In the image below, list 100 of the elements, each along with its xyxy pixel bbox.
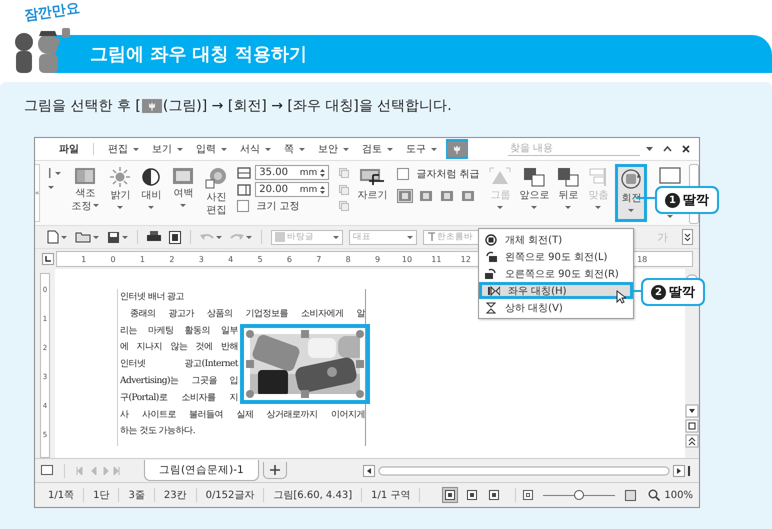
wrap-icon [441,191,454,201]
ribbon-button[interactable]: 사진 편집 [203,164,230,222]
dropdown-icon[interactable] [646,147,653,151]
flip-icon [485,302,497,314]
ribbon-button[interactable]: 여백 [170,164,196,222]
view-button[interactable] [442,487,458,503]
menu-item[interactable]: 편집 [108,142,139,156]
crop-icon [359,167,386,187]
document-text: 하는 것도 가능하다. [120,425,196,438]
caret-icon [299,148,305,150]
zoom-in-icon[interactable] [625,490,636,500]
rotate-left-icon [485,250,497,262]
ribbon-button[interactable]: 대비 [139,164,164,222]
page-view-icon [445,490,456,500]
document-text: 종래의 광고가 상품의 기업정보를 소비자에게 알 [129,308,365,321]
instruction-text: 그림을 선택한 후 [ [24,97,141,115]
page-view-icon [489,490,500,500]
wrap-mode-button[interactable] [418,189,434,203]
add-tab-button[interactable] [262,462,287,479]
caret-icon [333,236,339,238]
wrap-mode-button[interactable] [460,189,476,203]
new-document-icon[interactable] [47,230,59,244]
caret-icon [93,204,100,207]
status-text: 1단 [84,488,120,502]
menu-item[interactable]: 파일 [59,142,79,156]
size-option-icon [339,184,350,194]
window-icon[interactable] [659,167,682,185]
sun-icon [110,167,130,187]
font-icon [427,232,435,242]
picture-tab[interactable] [446,139,468,159]
wrap-icon [462,191,474,201]
spin-icon [320,168,326,178]
save-icon[interactable] [107,230,120,244]
menu-item[interactable]: 왼쪽으로 90도 회전(L) [479,248,633,265]
checkbox-label: 크기 고정 [256,200,300,213]
layers-icon [523,167,546,187]
wrap-mode-button[interactable] [439,189,456,203]
spin-icon [320,184,326,194]
slider-thumb[interactable] [574,490,584,500]
menu-item[interactable]: 상하 대칭(V) [479,299,633,316]
wrap-mode-button[interactable] [397,189,414,203]
caret-icon [246,236,252,238]
menu-item[interactable]: 보기 [152,142,183,156]
wrap-icon [420,191,432,201]
menu-item[interactable]: 보안 [318,142,349,156]
caret-icon [565,206,572,209]
ribbon-button[interactable]: 색조 조정 [69,164,102,222]
badge-text: 잠깐만요 [23,0,81,25]
folder-icon[interactable] [75,231,91,243]
menu-item[interactable]: 입력 [196,142,227,156]
expand-icon[interactable] [682,229,693,245]
checkbox[interactable] [237,200,250,212]
text-cursor-icon [48,168,52,178]
document-text: 인터넷 배너 광고 [120,291,186,304]
printer-icon[interactable] [147,231,161,243]
ribbon-button[interactable]: 뒤로 [555,164,582,222]
caret-icon [122,236,128,238]
collapse-icon[interactable] [663,146,672,152]
menu-item[interactable]: 쪽 [284,142,305,156]
menu-item[interactable]: 오른쪽으로 90도 회전(R) [479,265,633,282]
caret-icon [180,204,186,207]
tab-stop-icon[interactable] [42,253,54,265]
search-field[interactable]: 찾을 내용 [508,142,640,156]
zoom-out-icon[interactable] [523,490,534,500]
rotate-icon [620,168,642,190]
document-text: 인터넷 광고(Internet [120,358,238,372]
size-field[interactable]: 35.00 mm [255,165,330,180]
close-icon[interactable] [682,145,690,153]
status-text: 1/1 구역 [362,488,420,502]
caret-icon [628,209,634,212]
checkbox[interactable] [397,168,410,180]
preview-icon[interactable] [169,230,181,244]
menu-item[interactable]: 검토 [362,142,393,156]
page-title: 그림에 좌우 대칭 적용하기 [90,43,307,66]
step-number: 1 [665,192,680,208]
caret-icon [148,206,154,209]
document-text: 사 사이트로 불러들여 실제 상거래로까지 이어지게 [120,408,365,422]
size-field[interactable]: 20.00 mm [255,182,330,197]
checkbox-label: 글자처럼 취급 [416,168,480,181]
caret-icon [595,206,602,209]
caret-icon [407,236,413,238]
menu-item[interactable]: 좌우 대칭(H) [479,282,633,299]
caret-icon [431,148,437,150]
caret-icon [265,148,271,150]
caret-icon [48,186,54,189]
document-text: 에 지나지 않는 것에 반해 [120,341,238,354]
page-icon[interactable] [41,464,53,476]
ribbon-button[interactable]: 밝기 [108,164,132,222]
document-text: 구(Portal)로 소비자를 지 [120,392,238,405]
ribbon-button[interactable]: 앞으로 [517,164,552,222]
menu-item[interactable]: 도구 [406,142,437,156]
size-option-icon [339,168,350,178]
sheet-tab[interactable]: 그림(연습문제)-1 [144,460,259,481]
menu-item[interactable]: 서식 [240,142,271,156]
crop-button[interactable]: 자르기 [355,164,390,222]
caret-icon [531,206,538,209]
horizontal-scrollbar[interactable] [363,464,693,476]
callout-text: 딸깍 [669,284,695,301]
caret-icon [93,236,99,238]
magnifier-icon[interactable] [648,489,660,501]
